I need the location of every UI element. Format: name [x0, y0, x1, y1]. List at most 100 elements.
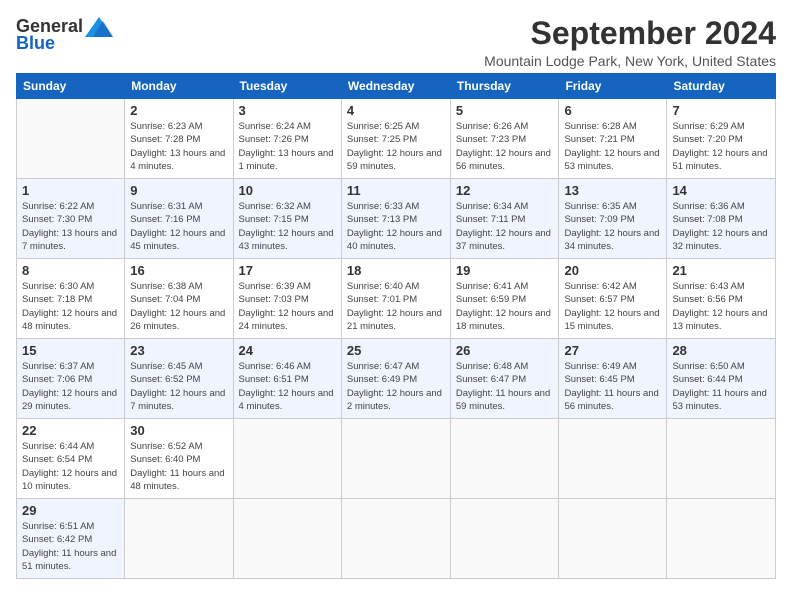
day-info: Sunrise: 6:43 AMSunset: 6:56 PMDaylight:… [672, 280, 770, 333]
day-info: Sunrise: 6:45 AMSunset: 6:52 PMDaylight:… [130, 360, 227, 413]
day-info: Sunrise: 6:42 AMSunset: 6:57 PMDaylight:… [564, 280, 661, 333]
daylight-text: Daylight: 12 hours and 40 minutes. [347, 227, 445, 254]
sunrise-text: Sunrise: 6:32 AM [239, 200, 336, 213]
daylight-text: Daylight: 12 hours and 45 minutes. [130, 227, 227, 254]
calendar-cell: 24Sunrise: 6:46 AMSunset: 6:51 PMDayligh… [233, 339, 341, 419]
sunset-text: Sunset: 6:51 PM [239, 373, 336, 386]
calendar-table: Sunday Monday Tuesday Wednesday Thursday… [16, 73, 776, 579]
daylight-text: Daylight: 11 hours and 53 minutes. [672, 387, 770, 414]
calendar-cell [341, 499, 450, 579]
day-info: Sunrise: 6:36 AMSunset: 7:08 PMDaylight:… [672, 200, 770, 253]
sunrise-text: Sunrise: 6:26 AM [456, 120, 554, 133]
calendar-cell: 2Sunrise: 6:23 AMSunset: 7:28 PMDaylight… [125, 99, 233, 179]
calendar-row: 15Sunrise: 6:37 AMSunset: 7:06 PMDayligh… [17, 339, 776, 419]
col-sunday: Sunday [17, 74, 125, 99]
calendar-cell: 4Sunrise: 6:25 AMSunset: 7:25 PMDaylight… [341, 99, 450, 179]
daylight-text: Daylight: 11 hours and 56 minutes. [564, 387, 661, 414]
col-friday: Friday [559, 74, 667, 99]
sunrise-text: Sunrise: 6:46 AM [239, 360, 336, 373]
sunset-text: Sunset: 7:04 PM [130, 293, 227, 306]
calendar-cell: 8Sunrise: 6:30 AMSunset: 7:18 PMDaylight… [17, 259, 125, 339]
sunset-text: Sunset: 6:56 PM [672, 293, 770, 306]
sunset-text: Sunset: 7:26 PM [239, 133, 336, 146]
day-info: Sunrise: 6:48 AMSunset: 6:47 PMDaylight:… [456, 360, 554, 413]
calendar-cell: 7Sunrise: 6:29 AMSunset: 7:20 PMDaylight… [667, 99, 776, 179]
calendar-cell: 6 Sunrise: 6:28 AMSunset: 7:21 PMDaylight… [559, 99, 667, 179]
day-number: 27 [564, 343, 661, 358]
sunset-text: Sunset: 6:57 PM [564, 293, 661, 306]
calendar-row: 1Sunrise: 6:22 AMSunset: 7:30 PMDaylight… [17, 179, 776, 259]
sunrise-text: Sunrise: 6:48 AM [456, 360, 554, 373]
sunset-text: Sunset: 7:21 PM [564, 133, 661, 146]
sunset-text: Sunset: 6:47 PM [456, 373, 554, 386]
day-info: Sunrise: 6:38 AMSunset: 7:04 PMDaylight:… [130, 280, 227, 333]
day-info: Sunrise: 6:51 AMSunset: 6:42 PMDaylight:… [22, 520, 119, 573]
calendar-row: 29Sunrise: 6:51 AMSunset: 6:42 PMDayligh… [17, 499, 776, 579]
day-info: Sunrise: 6:40 AMSunset: 7:01 PMDaylight:… [347, 280, 445, 333]
day-number: 23 [130, 343, 227, 358]
calendar-row: 8Sunrise: 6:30 AMSunset: 7:18 PMDaylight… [17, 259, 776, 339]
daylight-text: Daylight: 12 hours and 21 minutes. [347, 307, 445, 334]
col-monday: Monday [125, 74, 233, 99]
col-tuesday: Tuesday [233, 74, 341, 99]
calendar-cell: 20 Sunrise: 6:42 AMSunset: 6:57 PMDayligh… [559, 259, 667, 339]
daylight-text: Daylight: 12 hours and 59 minutes. [347, 147, 445, 174]
day-number: 5 [456, 103, 554, 118]
day-number: 16 [130, 263, 227, 278]
daylight-text: Daylight: 12 hours and 15 minutes. [564, 307, 661, 334]
daylight-text: Daylight: 12 hours and 26 minutes. [130, 307, 227, 334]
sunset-text: Sunset: 6:52 PM [130, 373, 227, 386]
sunset-text: Sunset: 6:54 PM [22, 453, 119, 466]
sunrise-text: Sunrise: 6:30 AM [22, 280, 119, 293]
sunrise-text: Sunrise: 6:39 AM [239, 280, 336, 293]
calendar-row: 22Sunrise: 6:44 AMSunset: 6:54 PMDayligh… [17, 419, 776, 499]
col-thursday: Thursday [450, 74, 559, 99]
calendar-cell: 27Sunrise: 6:49 AMSunset: 6:45 PMDayligh… [559, 339, 667, 419]
day-info: Sunrise: 6:31 AMSunset: 7:16 PMDaylight:… [130, 200, 227, 253]
daylight-text: Daylight: 12 hours and 24 minutes. [239, 307, 336, 334]
day-info: Sunrise: 6:28 AMSunset: 7:21 PMDaylight:… [564, 120, 661, 173]
day-info: Sunrise: 6:46 AMSunset: 6:51 PMDaylight:… [239, 360, 336, 413]
daylight-text: Daylight: 12 hours and 51 minutes. [672, 147, 770, 174]
day-number: 6 [564, 103, 661, 118]
day-number: 25 [347, 343, 445, 358]
daylight-text: Daylight: 12 hours and 10 minutes. [22, 467, 119, 494]
sunset-text: Sunset: 7:16 PM [130, 213, 227, 226]
day-info: Sunrise: 6:34 AMSunset: 7:11 PMDaylight:… [456, 200, 554, 253]
calendar-row: 2Sunrise: 6:23 AMSunset: 7:28 PMDaylight… [17, 99, 776, 179]
calendar-cell: 16 Sunrise: 6:38 AMSunset: 7:04 PMDayligh… [125, 259, 233, 339]
sunrise-text: Sunrise: 6:23 AM [130, 120, 227, 133]
calendar-cell: 5 Sunrise: 6:26 AMSunset: 7:23 PMDaylight… [450, 99, 559, 179]
day-info: Sunrise: 6:29 AMSunset: 7:20 PMDaylight:… [672, 120, 770, 173]
calendar-cell: 30Sunrise: 6:52 AMSunset: 6:40 PMDayligh… [125, 419, 233, 499]
day-number: 13 [564, 183, 661, 198]
sunset-text: Sunset: 7:30 PM [22, 213, 119, 226]
logo: General Blue [16, 16, 113, 54]
calendar-cell [125, 499, 233, 579]
sunrise-text: Sunrise: 6:28 AM [564, 120, 661, 133]
logo-blue-text: Blue [16, 33, 55, 54]
day-number: 1 [22, 183, 119, 198]
day-number: 20 [564, 263, 661, 278]
daylight-text: Daylight: 12 hours and 2 minutes. [347, 387, 445, 414]
sunrise-text: Sunrise: 6:49 AM [564, 360, 661, 373]
calendar-cell [17, 99, 125, 179]
page-header: General Blue September 2024 Mountain Lod… [16, 16, 776, 69]
day-number: 15 [22, 343, 119, 358]
sunset-text: Sunset: 7:18 PM [22, 293, 119, 306]
day-number: 17 [239, 263, 336, 278]
sunset-text: Sunset: 6:44 PM [672, 373, 770, 386]
sunset-text: Sunset: 7:23 PM [456, 133, 554, 146]
calendar-cell [559, 499, 667, 579]
sunset-text: Sunset: 7:09 PM [564, 213, 661, 226]
col-saturday: Saturday [667, 74, 776, 99]
calendar-cell: 1 Sunrise: 6:22 AMSunset: 7:30 PMDaylight… [17, 179, 125, 259]
calendar-cell [233, 499, 341, 579]
sunrise-text: Sunrise: 6:36 AM [672, 200, 770, 213]
daylight-text: Daylight: 12 hours and 56 minutes. [456, 147, 554, 174]
daylight-text: Daylight: 13 hours and 7 minutes. [22, 227, 119, 254]
day-number: 22 [22, 423, 119, 438]
sunrise-text: Sunrise: 6:22 AM [22, 200, 119, 213]
day-info: Sunrise: 6:25 AMSunset: 7:25 PMDaylight:… [347, 120, 445, 173]
sunset-text: Sunset: 7:15 PM [239, 213, 336, 226]
